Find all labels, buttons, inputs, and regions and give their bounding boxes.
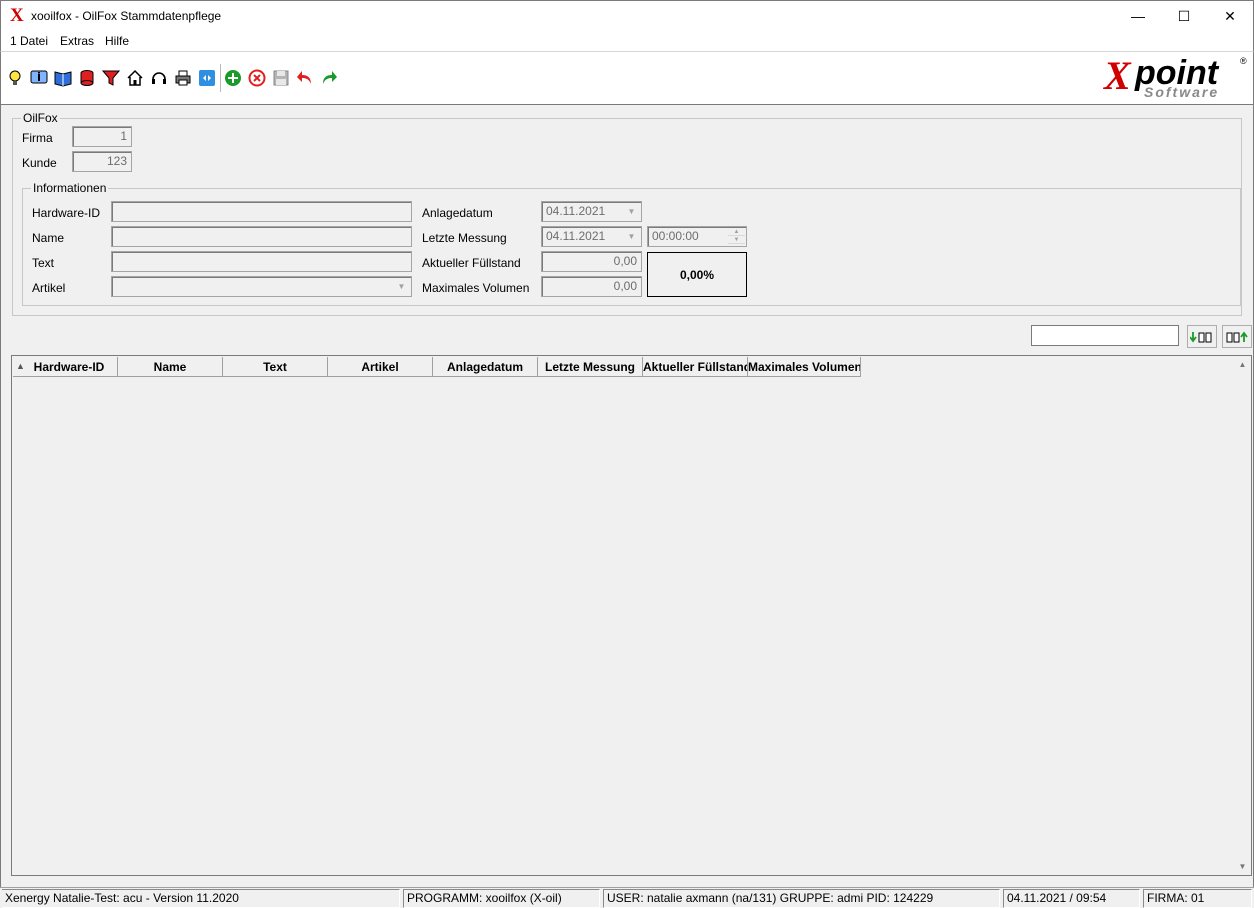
firma-label: Firma [22,131,53,145]
volumen-field[interactable]: 0,00 [541,276,642,297]
menu-datei[interactable]: 1 Datei [10,34,48,48]
grid-header: ▲ Hardware-ID Name Text Artikel Anlageda… [13,357,861,377]
column-volumen[interactable]: Maximales Volumen [748,357,861,377]
add-icon[interactable] [223,68,243,88]
status-version: Xenergy Natalie-Test: acu - Version 11.2… [2,889,400,908]
kunde-field[interactable]: 123 [72,151,132,172]
hardware-id-field[interactable] [111,201,412,222]
text-field[interactable] [111,251,412,272]
anlagedatum-picker[interactable]: 04.11.2021 ▼ [541,201,642,222]
filter-icon[interactable] [101,68,121,88]
letzte-messung-time-value: 00:00:00 [652,229,699,243]
xpoint-logo: X point Software ® [1102,54,1250,102]
sort-up-icon [1226,331,1248,342]
column-anlagedatum[interactable]: Anlagedatum [433,357,538,377]
status-user: USER: natalie axmann (na/131) GRUPPE: ad… [603,889,1000,908]
letzte-messung-date-value: 04.11.2021 [546,229,606,243]
firma-field[interactable]: 1 [72,126,132,147]
book-icon[interactable] [53,68,73,88]
maximize-button[interactable]: ☐ [1161,1,1207,31]
column-artikel[interactable]: Artikel [328,357,433,377]
artikel-label: Artikel [32,281,66,295]
text-label: Text [32,256,55,270]
chevron-down-icon[interactable]: ▼ [623,203,640,220]
status-firma: FIRMA: 01 [1143,889,1252,908]
undo-icon[interactable] [295,68,315,88]
chevron-down-icon[interactable]: ▼ [623,228,640,245]
name-label: Name [32,231,65,245]
remote-icon[interactable] [197,68,217,88]
oilfox-legend: OilFox [23,111,58,125]
volumen-label: Maximales Volumen [422,281,530,295]
status-bar: Xenergy Natalie-Test: acu - Version 11.2… [0,887,1254,908]
window-title: xooilfox - OilFox Stammdatenpflege [31,9,222,23]
letzte-messung-label: Letzte Messung [422,231,507,245]
fuellstand-label: Aktueller Füllstand [422,256,521,270]
menu-bar: 1 Datei Extras Hilfe [0,31,1254,51]
time-spinner[interactable]: ▲ ▼ [728,228,745,245]
kunde-label: Kunde [22,156,57,170]
title-bar: X xooilfox - OilFox Stammdatenpflege — ☐… [0,0,1254,31]
column-fuellstand[interactable]: Aktueller Füllstand [643,357,748,377]
sort-down-icon [1190,331,1212,342]
informationen-legend: Informationen [33,181,107,195]
column-letzte-messung[interactable]: Letzte Messung [538,357,643,377]
column-text[interactable]: Text [223,357,328,377]
sort-ascending-button[interactable] [1222,325,1252,348]
printer-icon[interactable] [173,68,193,88]
close-button[interactable]: ✕ [1207,1,1253,31]
scroll-up-icon[interactable]: ▲ [1234,356,1251,373]
app-logo-icon: X [10,5,24,26]
home-icon[interactable] [125,68,145,88]
chevron-down-icon[interactable]: ▼ [393,278,410,295]
database-icon[interactable] [77,68,97,88]
search-input[interactable] [1031,325,1179,346]
artikel-select[interactable]: ▼ [111,276,412,297]
redo-icon[interactable] [319,68,339,88]
status-program: PROGRAMM: xooilfox (X-oil) [403,889,600,908]
toolbar: X point Software ® [0,51,1254,105]
save-icon[interactable] [271,68,291,88]
toolbar-separator [220,64,221,92]
sort-descending-button[interactable] [1187,325,1217,348]
data-grid[interactable]: ▲ Hardware-ID Name Text Artikel Anlageda… [11,355,1252,876]
lightbulb-icon[interactable] [5,68,25,88]
letzte-messung-time-field[interactable]: 00:00:00 ▲ ▼ [647,226,747,247]
minimize-button[interactable]: — [1115,1,1161,31]
headset-icon[interactable] [149,68,169,88]
hardware-id-label: Hardware-ID [32,206,101,220]
menu-hilfe[interactable]: Hilfe [105,34,129,48]
scroll-down-icon[interactable]: ▼ [1234,858,1251,875]
anlagedatum-value: 04.11.2021 [546,204,606,218]
anlagedatum-label: Anlagedatum [422,206,493,220]
grid-scrollbar[interactable]: ▲ ▼ [1234,356,1251,875]
sort-asc-icon: ▲ [16,361,25,371]
column-hardware-id[interactable]: ▲ Hardware-ID [13,357,118,377]
fuellstand-field[interactable]: 0,00 [541,251,642,272]
column-name[interactable]: Name [118,357,223,377]
name-field[interactable] [111,226,412,247]
status-datetime: 04.11.2021 / 09:54 [1003,889,1140,908]
delete-icon[interactable] [247,68,267,88]
info-icon[interactable] [29,68,49,88]
letzte-messung-date-picker[interactable]: 04.11.2021 ▼ [541,226,642,247]
menu-extras[interactable]: Extras [60,34,94,48]
fuellstand-percent-display: 0,00% [647,252,747,297]
